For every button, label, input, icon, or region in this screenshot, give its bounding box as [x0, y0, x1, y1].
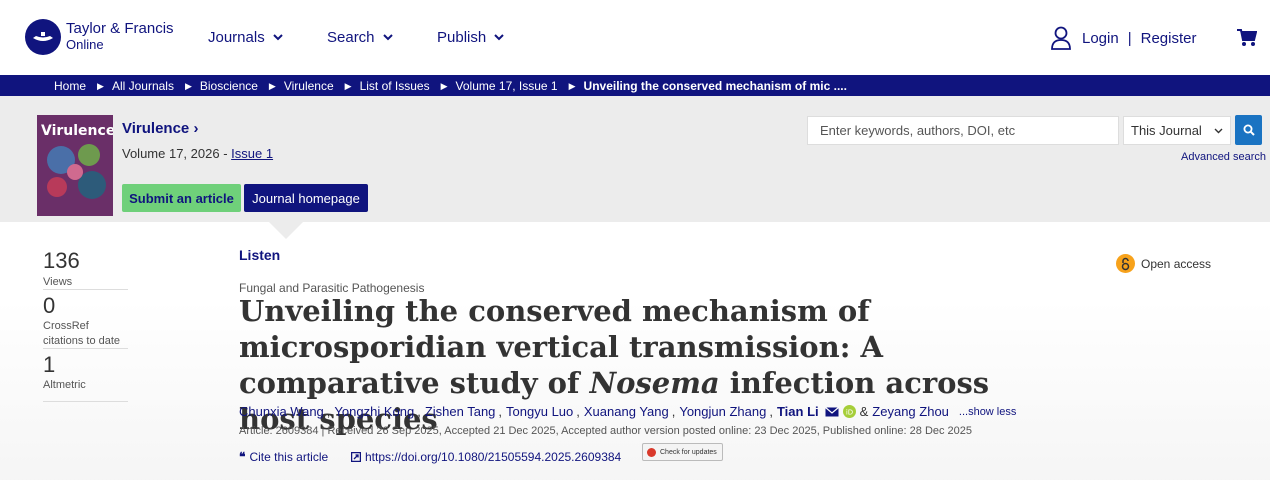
email-icon[interactable] — [824, 406, 839, 417]
metric-divider — [43, 289, 128, 290]
journal-volume: Volume 17, 2026 - Issue 1 — [122, 146, 273, 161]
login-link[interactable]: Login — [1082, 30, 1119, 47]
author-link[interactable]: Zeyang Zhou — [872, 404, 949, 419]
crossmark-icon — [647, 447, 656, 457]
breadcrumb-arrow-icon: ▶ — [268, 80, 276, 91]
check-updates-label: Check for updates — [660, 448, 717, 456]
site-header: Taylor & Francis Online Journals Search … — [0, 0, 1270, 75]
title-italic: Nosema — [589, 366, 720, 400]
breadcrumb-home[interactable]: Home — [54, 79, 86, 93]
listen-button[interactable]: Listen — [239, 247, 280, 263]
nav-search[interactable]: Search — [327, 29, 393, 46]
logo-text: Taylor & Francis Online — [66, 21, 174, 53]
breadcrumb-virulence[interactable]: Virulence — [284, 79, 334, 93]
breadcrumb-current: Unveiling the conserved mechanism of mic… — [583, 79, 847, 93]
search-input[interactable]: Enter keywords, authors, DOI, etc — [807, 116, 1119, 145]
open-access-badge: Open access — [1116, 254, 1211, 273]
svg-text:iD: iD — [845, 408, 852, 416]
cite-label: Cite this article — [249, 450, 329, 464]
breadcrumb-arrow-icon: ▶ — [344, 80, 352, 91]
author-link[interactable]: Zishen Tang — [425, 404, 496, 419]
logo-line2: Online — [66, 37, 104, 52]
views-count: 136 — [43, 248, 80, 273]
chevron-right-icon: › — [193, 120, 199, 137]
login-separator: | — [1127, 29, 1132, 47]
band-notch — [269, 222, 303, 239]
journal-name: Virulence — [122, 120, 190, 137]
altmetric-label: Altmetric — [43, 379, 86, 391]
author-separator: , — [671, 404, 676, 419]
altmetric-count: 1 — [43, 352, 56, 377]
nav-publish-label: Publish — [437, 29, 487, 46]
chevron-down-icon — [382, 34, 393, 41]
nav-search-label: Search — [327, 29, 375, 46]
cite-article-link[interactable]: ❝ Cite this article — [239, 450, 328, 464]
cart-icon[interactable] — [1237, 29, 1257, 47]
open-access-label: Open access — [1141, 256, 1212, 271]
breadcrumb-arrow-icon: ▶ — [97, 80, 104, 91]
author-separator: , — [498, 404, 503, 419]
author-separator: , — [576, 404, 580, 419]
breadcrumb-arrow-icon: ▶ — [184, 80, 192, 91]
author-link[interactable]: Yongzhi Kong — [334, 404, 414, 419]
crossref-count: 0 — [43, 293, 56, 318]
breadcrumb-bar: Home ▶ All Journals ▶ Bioscience ▶ Virul… — [0, 75, 1270, 96]
user-icon[interactable] — [1050, 26, 1072, 50]
quote-icon: ❝ — [239, 450, 246, 464]
author-link[interactable]: Yongjun Zhang — [679, 404, 766, 419]
breadcrumb-list-of-issues[interactable]: List of Issues — [360, 79, 430, 93]
doi-link[interactable]: https://doi.org/10.1080/21505594.2025.26… — [351, 450, 621, 464]
views-label: Views — [43, 276, 73, 288]
check-for-updates-button[interactable]: Check for updates — [642, 443, 723, 461]
chevron-down-icon — [1214, 128, 1223, 133]
journal-homepage-button[interactable]: Journal homepage — [244, 184, 368, 212]
author-list: Chunxia Wang, Yongzhi Kong, Zishen Tang,… — [239, 404, 1016, 419]
search-icon — [1243, 124, 1255, 136]
search-scope-value: This Journal — [1131, 123, 1202, 138]
nav-publish[interactable]: Publish — [437, 29, 504, 46]
advanced-search-link[interactable]: Advanced search — [1181, 151, 1266, 163]
author-separator: , — [326, 404, 331, 419]
nav-journals[interactable]: Journals — [208, 29, 283, 46]
journal-cover-image[interactable]: Virulence — [37, 115, 113, 216]
submit-article-button[interactable]: Submit an article — [122, 184, 241, 212]
crossref-label: CrossRef — [43, 320, 89, 332]
doi-text: https://doi.org/10.1080/21505594.2025.26… — [365, 450, 622, 464]
show-less-link[interactable]: ...show less — [959, 406, 1016, 418]
author-link[interactable]: Tongyu Luo — [506, 404, 573, 419]
breadcrumb-arrow-icon: ▶ — [568, 80, 576, 91]
logo-line1: Taylor & Francis — [66, 20, 174, 37]
volume-text: Volume 17, 2026 - — [122, 146, 232, 161]
logo-lamp-icon — [25, 19, 61, 55]
publication-history: Article: 2609384 | Received 26 Sep 2025,… — [239, 425, 973, 437]
open-access-icon — [1116, 254, 1135, 273]
account-links: Login | Register — [1050, 26, 1196, 50]
author-link[interactable]: Xuanang Yang — [584, 404, 669, 419]
chevron-down-icon — [494, 34, 504, 41]
taylor-francis-logo[interactable]: Taylor & Francis Online — [25, 19, 174, 55]
breadcrumb: Home ▶ All Journals ▶ Bioscience ▶ Virul… — [54, 79, 847, 93]
issue-link[interactable]: Issue 1 — [231, 146, 273, 161]
author-ampersand: & — [859, 404, 869, 419]
breadcrumb-bioscience[interactable]: Bioscience — [200, 79, 258, 93]
metric-divider — [43, 401, 128, 402]
author-separator: , — [769, 404, 773, 419]
cover-title: Virulence — [41, 123, 113, 139]
nav-journals-label: Journals — [208, 29, 265, 46]
search-scope-select[interactable]: This Journal — [1123, 116, 1231, 145]
breadcrumb-arrow-icon: ▶ — [440, 80, 448, 91]
journal-name-link[interactable]: Virulence › — [122, 120, 198, 137]
author-separator: , — [417, 404, 421, 419]
breadcrumb-all-journals[interactable]: All Journals — [112, 79, 174, 93]
chevron-down-icon — [272, 34, 283, 41]
register-link[interactable]: Register — [1141, 30, 1197, 47]
external-link-icon — [351, 452, 361, 462]
metric-divider — [43, 348, 128, 349]
author-link[interactable]: Chunxia Wang — [239, 404, 324, 419]
corresponding-author-link[interactable]: Tian Li — [777, 404, 819, 419]
orcid-icon[interactable]: iD — [842, 405, 856, 418]
crossref-sublabel: citations to date — [43, 335, 121, 347]
search-button[interactable] — [1235, 115, 1262, 145]
breadcrumb-issue[interactable]: Volume 17, Issue 1 — [456, 79, 558, 93]
